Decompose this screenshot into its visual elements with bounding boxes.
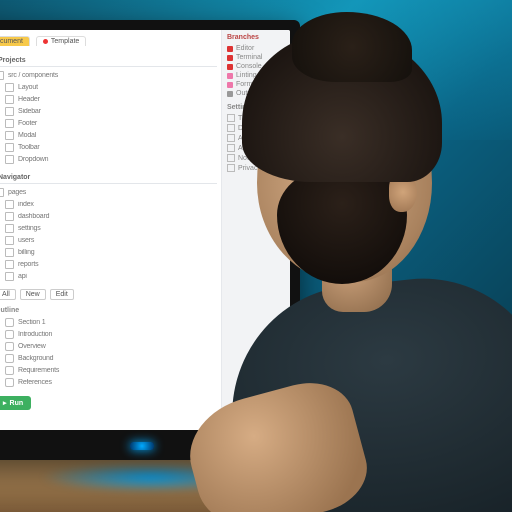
tree-item[interactable]: dashboard [0,210,217,222]
projects-header: Projects [0,54,217,67]
tree-root[interactable]: src / components [0,69,217,81]
tab-active[interactable]: Document [0,36,30,46]
play-icon: ▸ [3,399,7,407]
editor-area: Projects src / components Layout Header … [0,30,222,430]
filter-chip[interactable]: All [0,289,16,300]
list-item[interactable]: Section 1 [0,316,217,328]
file-icon [5,260,14,269]
tree-item[interactable]: reports [0,258,217,270]
list-item[interactable]: Requirements [0,364,217,376]
list-item[interactable]: Overview [0,340,217,352]
tree-item[interactable]: Header [0,93,217,105]
power-led [130,442,154,450]
file-icon [5,200,14,209]
filter-chip[interactable]: Edit [50,289,74,300]
tab-secondary[interactable]: Template [36,36,86,46]
dot-icon [5,366,14,375]
tab-label: Document [0,38,23,45]
panel-brand: Branches [227,34,285,41]
file-icon [5,155,14,164]
tree-b: pages index dashboard settings users bil… [0,186,217,282]
tree-item[interactable]: api [0,270,217,282]
file-icon [5,83,14,92]
record-icon [43,39,48,44]
dot-icon [5,342,14,351]
run-label: Run [10,400,24,407]
filter-chip[interactable]: New [20,289,46,300]
list-item[interactable]: Background [0,352,217,364]
list-item[interactable]: References [0,376,217,388]
tree-a: src / components Layout Header Sidebar F… [0,69,217,165]
file-icon [5,95,14,104]
dot-icon [5,330,14,339]
tree-item[interactable]: Toolbar [0,141,217,153]
swatch-icon [227,46,233,52]
run-button[interactable]: ▸ Run [0,396,31,410]
outline-header: Outline [0,307,217,314]
chip-row: All New Edit [0,288,217,301]
dot-icon [5,354,14,363]
tree-item[interactable]: Footer [0,117,217,129]
tree-item[interactable]: Modal [0,129,217,141]
navigator-header: Navigator [0,171,217,184]
file-icon [5,272,14,281]
file-icon [5,236,14,245]
tree-item[interactable]: index [0,198,217,210]
tree-item[interactable]: Layout [0,81,217,93]
file-icon [5,107,14,116]
tree-item[interactable]: Dropdown [0,153,217,165]
file-icon [5,248,14,257]
tab-label: Template [51,38,79,45]
file-icon [5,143,14,152]
projects-label: Projects [0,57,26,64]
tree-item[interactable]: Sidebar [0,105,217,117]
dot-icon [5,318,14,327]
person [212,52,512,512]
tree-item[interactable]: billing [0,246,217,258]
dot-icon [5,378,14,387]
file-icon [5,224,14,233]
chevron-down-icon [0,71,4,80]
file-icon [5,131,14,140]
navigator-label: Navigator [0,174,30,181]
chevron-down-icon [0,188,4,197]
list-item[interactable]: Introduction [0,328,217,340]
tab-bar: Document Template [0,36,86,46]
file-icon [5,212,14,221]
tree-item[interactable]: settings [0,222,217,234]
tree-item[interactable]: users [0,234,217,246]
outline-list: Section 1 Introduction Overview Backgrou… [0,316,217,388]
file-icon [5,119,14,128]
tree-root[interactable]: pages [0,186,217,198]
